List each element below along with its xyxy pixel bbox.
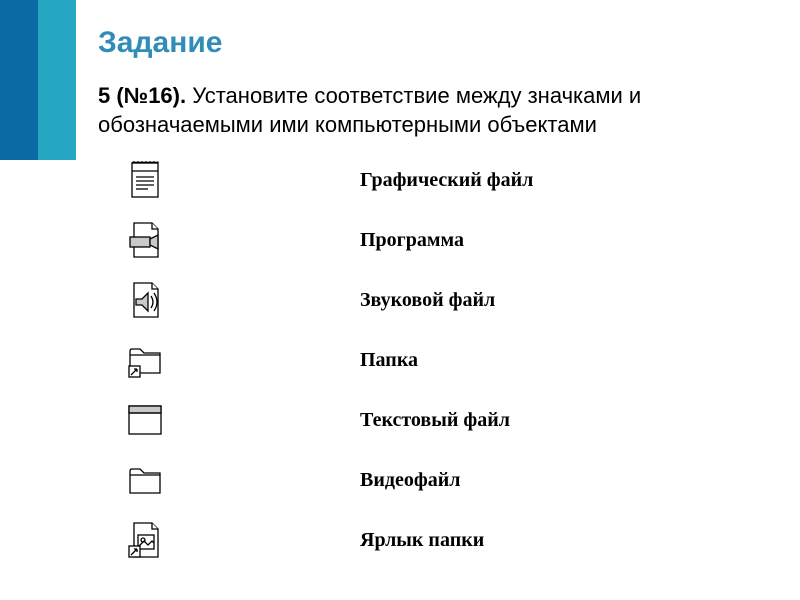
object-label: Графический файл	[190, 169, 740, 192]
list-item: Видеофайл	[100, 450, 740, 510]
accent-bar-light	[38, 0, 76, 160]
task-number: 5 (№16).	[98, 83, 186, 108]
list-item: Папка	[100, 330, 740, 390]
object-label: Ярлык папки	[190, 529, 740, 552]
slide: Задание 5 (№16). Установите соответствие…	[0, 0, 800, 600]
object-label: Программа	[190, 229, 740, 252]
list-item: Программа	[100, 210, 740, 270]
task-instruction: 5 (№16). Установите соответствие между з…	[98, 82, 738, 139]
list-item: Ярлык папки	[100, 510, 740, 570]
object-label: Текстовый файл	[190, 409, 740, 432]
object-label: Видеофайл	[190, 469, 740, 492]
folder-shortcut-icon	[100, 339, 190, 381]
audio-file-icon	[100, 279, 190, 321]
list-item: Звуковой файл	[100, 270, 740, 330]
accent-bar-dark	[0, 0, 38, 160]
program-window-icon	[100, 399, 190, 441]
image-shortcut-icon	[100, 519, 190, 561]
object-label: Звуковой файл	[190, 289, 740, 312]
video-file-icon	[100, 219, 190, 261]
list-item: Текстовый файл	[100, 390, 740, 450]
page-title: Задание	[98, 26, 222, 60]
list-item: Графический файл	[100, 150, 740, 210]
object-label: Папка	[190, 349, 740, 372]
matching-list: Графический файл Программа	[100, 150, 740, 570]
folder-icon	[100, 459, 190, 501]
accent-bars	[0, 0, 76, 160]
text-file-icon	[100, 159, 190, 201]
